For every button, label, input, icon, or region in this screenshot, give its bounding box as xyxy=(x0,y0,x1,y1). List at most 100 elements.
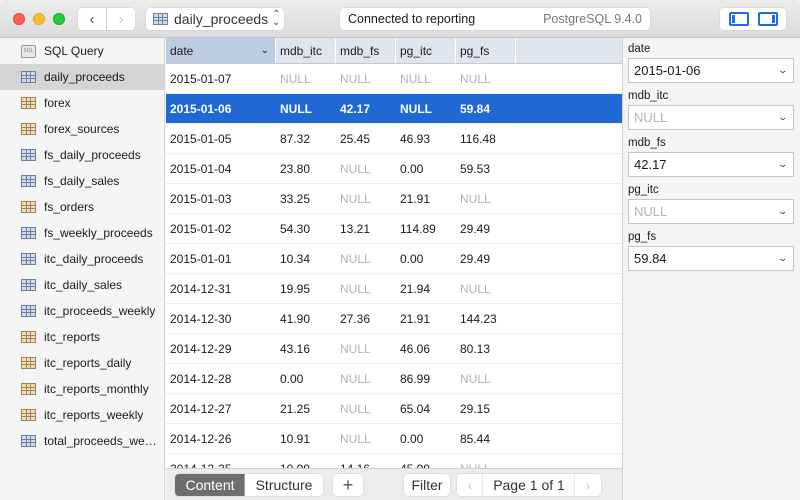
cell-date[interactable]: 2015-01-05 xyxy=(166,132,276,146)
back-button[interactable]: ‹ xyxy=(78,8,106,30)
field-input-mdb-itc[interactable]: NULL ⌄ xyxy=(628,105,794,130)
cell-mdb-itc[interactable]: 33.25 xyxy=(276,192,336,206)
toggle-sidebar-icon[interactable] xyxy=(728,12,749,26)
table-row[interactable]: 2014-12-27 21.25 NULL 65.04 29.15 xyxy=(166,394,622,424)
sidebar-item-fs-orders[interactable]: fs_orders xyxy=(0,194,164,220)
field-input-date[interactable]: 2015-01-06 ⌄ xyxy=(628,58,794,83)
cell-mdb-fs[interactable]: 13.21 xyxy=(336,222,396,236)
sidebar-item-forex-sources[interactable]: forex_sources xyxy=(0,116,164,142)
cell-pg-itc[interactable]: 0.00 xyxy=(396,432,456,446)
sidebar-item-fs-weekly-proceeds[interactable]: fs_weekly_proceeds xyxy=(0,220,164,246)
sidebar-item-itc-reports-monthly[interactable]: itc_reports_monthly xyxy=(0,376,164,402)
sidebar-item-sql-query[interactable]: SQL SQL Query xyxy=(0,38,164,64)
cell-date[interactable]: 2014-12-28 xyxy=(166,372,276,386)
sidebar-item-fs-daily-sales[interactable]: fs_daily_sales xyxy=(0,168,164,194)
table-row[interactable]: 2014-12-29 43.16 NULL 46.06 80.13 xyxy=(166,334,622,364)
maximize-window-button[interactable] xyxy=(53,13,65,25)
chevron-down-icon[interactable]: ⌄ xyxy=(778,206,789,217)
sidebar-item-fs-daily-proceeds[interactable]: fs_daily_proceeds xyxy=(0,142,164,168)
cell-date[interactable]: 2014-12-31 xyxy=(166,282,276,296)
cell-pg-fs[interactable]: NULL xyxy=(456,372,516,386)
cell-mdb-fs[interactable]: NULL xyxy=(336,192,396,206)
cell-mdb-itc[interactable]: 19.95 xyxy=(276,282,336,296)
sidebar-item-forex[interactable]: forex xyxy=(0,90,164,116)
cell-pg-itc[interactable]: 46.06 xyxy=(396,342,456,356)
field-input-pg-itc[interactable]: NULL ⌄ xyxy=(628,199,794,224)
cell-mdb-itc[interactable]: 54.30 xyxy=(276,222,336,236)
cell-date[interactable]: 2015-01-01 xyxy=(166,252,276,266)
field-input-mdb-fs[interactable]: 42.17 ⌄ xyxy=(628,152,794,177)
cell-pg-itc[interactable]: 114.89 xyxy=(396,222,456,236)
cell-mdb-itc[interactable]: 10.91 xyxy=(276,432,336,446)
cell-pg-itc[interactable]: 0.00 xyxy=(396,252,456,266)
cell-pg-fs[interactable]: 59.53 xyxy=(456,162,516,176)
cell-pg-fs[interactable]: 80.13 xyxy=(456,342,516,356)
table-row[interactable]: 2014-12-2510.9914.1645.99NULL xyxy=(166,454,622,469)
cell-pg-fs[interactable]: 144.23 xyxy=(456,312,516,326)
forward-button[interactable]: › xyxy=(107,8,135,30)
table-row[interactable]: 2015-01-01 10.34 NULL 0.00 29.49 xyxy=(166,244,622,274)
cell-mdb-itc[interactable]: 41.90 xyxy=(276,312,336,326)
cell-mdb-itc[interactable]: 21.25 xyxy=(276,402,336,416)
cell-pg-fs[interactable]: 29.49 xyxy=(456,252,516,266)
sidebar-item-daily-proceeds[interactable]: daily_proceeds xyxy=(0,64,164,90)
sidebar-item-itc-daily-proceeds[interactable]: itc_daily_proceeds xyxy=(0,246,164,272)
sidebar-item-itc-reports[interactable]: itc_reports xyxy=(0,324,164,350)
cell-date[interactable]: 2015-01-04 xyxy=(166,162,276,176)
minimize-window-button[interactable] xyxy=(33,13,45,25)
table-row[interactable]: 2015-01-04 23.80 NULL 0.00 59.53 xyxy=(166,154,622,184)
cell-mdb-fs[interactable]: NULL xyxy=(336,72,396,86)
cell-date[interactable]: 2015-01-07 xyxy=(166,72,276,86)
toggle-inspector-icon[interactable] xyxy=(757,12,778,26)
tab-content[interactable]: Content xyxy=(175,474,245,496)
cell-mdb-fs[interactable]: NULL xyxy=(336,162,396,176)
table-row[interactable]: 2014-12-31 19.95 NULL 21.94 NULL xyxy=(166,274,622,304)
sidebar-item-itc-reports-weekly[interactable]: itc_reports_weekly xyxy=(0,402,164,428)
cell-mdb-itc[interactable]: 0.00 xyxy=(276,372,336,386)
table-row[interactable]: 2015-01-02 54.30 13.21 114.89 29.49 xyxy=(166,214,622,244)
close-window-button[interactable] xyxy=(13,13,25,25)
cell-mdb-itc[interactable]: 43.16 xyxy=(276,342,336,356)
chevron-down-icon[interactable]: ⌄ xyxy=(778,159,789,170)
cell-pg-itc[interactable]: NULL xyxy=(396,72,456,86)
table-selector[interactable]: daily_proceeds ⌃ ⌄ xyxy=(146,8,284,30)
cell-pg-itc[interactable]: 65.04 xyxy=(396,402,456,416)
chevron-down-icon[interactable]: ⌄ xyxy=(778,253,789,264)
cell-mdb-fs[interactable]: 42.17 xyxy=(336,102,396,116)
column-header-mdb-fs[interactable]: mdb_fs xyxy=(336,38,396,63)
column-header-date[interactable]: date ⌄ xyxy=(166,38,276,63)
sidebar-item-itc-proceeds-weekly[interactable]: itc_proceeds_weekly xyxy=(0,298,164,324)
sidebar-item-itc-daily-sales[interactable]: itc_daily_sales xyxy=(0,272,164,298)
cell-pg-itc[interactable]: NULL xyxy=(396,102,456,116)
previous-page-button[interactable]: ‹ xyxy=(457,474,483,496)
cell-mdb-fs[interactable]: NULL xyxy=(336,432,396,446)
add-row-button[interactable]: + xyxy=(333,474,363,496)
cell-mdb-itc[interactable]: 87.32 xyxy=(276,132,336,146)
table-row[interactable]: 2014-12-30 41.90 27.36 21.91 144.23 xyxy=(166,304,622,334)
cell-pg-itc[interactable]: 21.94 xyxy=(396,282,456,296)
cell-date[interactable]: 2015-01-03 xyxy=(166,192,276,206)
cell-pg-fs[interactable]: NULL xyxy=(456,72,516,86)
cell-mdb-fs[interactable]: NULL xyxy=(336,372,396,386)
cell-pg-itc[interactable]: 21.91 xyxy=(396,192,456,206)
cell-pg-itc[interactable]: 0.00 xyxy=(396,162,456,176)
next-page-button[interactable]: › xyxy=(575,474,601,496)
cell-mdb-fs[interactable]: NULL xyxy=(336,282,396,296)
cell-mdb-itc[interactable]: 10.34 xyxy=(276,252,336,266)
sidebar-item-itc-reports-daily[interactable]: itc_reports_daily xyxy=(0,350,164,376)
sidebar-item-total-proceeds-we[interactable]: total_proceeds_we… xyxy=(0,428,164,454)
filter-button[interactable]: Filter xyxy=(404,474,450,496)
table-row[interactable]: 2014-12-28 0.00 NULL 86.99 NULL xyxy=(166,364,622,394)
cell-pg-itc[interactable]: 46.93 xyxy=(396,132,456,146)
table-row[interactable]: 2015-01-07 NULL NULL NULL NULL xyxy=(166,64,622,94)
cell-mdb-fs[interactable]: NULL xyxy=(336,402,396,416)
column-header-pg-fs[interactable]: pg_fs xyxy=(456,38,516,63)
cell-pg-fs[interactable]: 59.84 xyxy=(456,102,516,116)
page-indicator[interactable]: Page 1 of 1 xyxy=(483,474,575,496)
cell-mdb-fs[interactable]: 25.45 xyxy=(336,132,396,146)
column-header-pg-itc[interactable]: pg_itc xyxy=(396,38,456,63)
cell-mdb-itc[interactable]: 23.80 xyxy=(276,162,336,176)
cell-mdb-fs[interactable]: NULL xyxy=(336,342,396,356)
cell-date[interactable]: 2014-12-30 xyxy=(166,312,276,326)
cell-pg-fs[interactable]: 29.49 xyxy=(456,222,516,236)
